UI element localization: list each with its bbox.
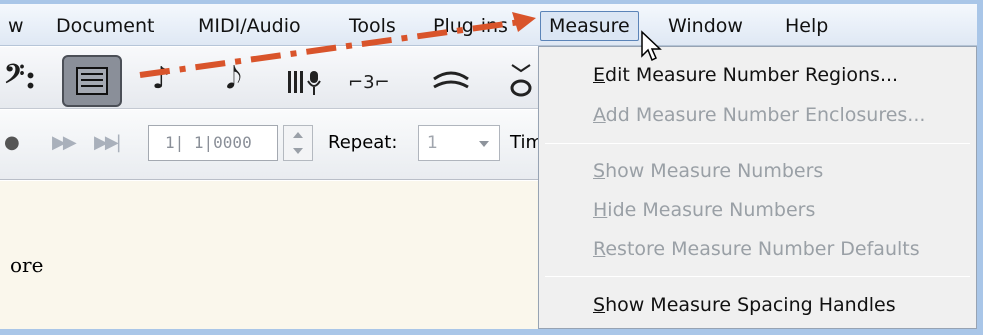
menu-bar: w Document MIDI/Audio Tools Plug-ins Mea… bbox=[0, 4, 977, 46]
repeat-label: Repeat: bbox=[328, 132, 398, 153]
menu-help[interactable]: Help bbox=[785, 14, 828, 38]
menu-separator bbox=[545, 276, 970, 277]
chevron-down-icon bbox=[479, 141, 489, 147]
menu-tools[interactable]: Tools bbox=[349, 14, 396, 38]
menu-item-hide-measure-numbers[interactable]: Hide Measure Numbers bbox=[593, 198, 815, 222]
menu-view[interactable]: w bbox=[8, 14, 24, 38]
bass-clef-icon[interactable]: 𝄢: bbox=[4, 57, 36, 97]
menu-item-edit-measure-number-regions[interactable]: Edit Measure Number Regions... bbox=[593, 63, 898, 87]
menu-item-show-measure-spacing-handles[interactable]: Show Measure Spacing Handles bbox=[593, 293, 896, 317]
menu-midi-audio[interactable]: MIDI/Audio bbox=[198, 14, 301, 38]
measure-counter-field[interactable]: 1| 1|0000 bbox=[148, 125, 278, 161]
staff-mic-icon[interactable] bbox=[286, 69, 330, 97]
menu-separator bbox=[545, 143, 970, 144]
fast-forward-icon[interactable]: ▶▶ bbox=[52, 132, 77, 153]
menu-item-restore-measure-number-defaults[interactable]: Restore Measure Number Defaults bbox=[593, 237, 920, 261]
play-icon[interactable]: ● bbox=[4, 132, 20, 153]
repeat-value: 1 bbox=[427, 133, 438, 153]
repeat-select[interactable]: 1 bbox=[418, 125, 500, 161]
tuplet-icon[interactable]: ⌐3⌐ bbox=[348, 63, 390, 103]
articulation-icon[interactable] bbox=[506, 61, 536, 101]
menu-plug-ins[interactable]: Plug-ins bbox=[433, 14, 508, 38]
stepper-up-icon[interactable] bbox=[293, 132, 303, 138]
menu-document[interactable]: Document bbox=[56, 14, 154, 38]
stepper-down-icon[interactable] bbox=[293, 148, 303, 154]
eighth-note-icon[interactable]: 𝅘𝅥𝅮 bbox=[226, 59, 242, 99]
playback-controls: ● ▶▶ ▶▶| 1| 1|0000 Repeat: 1 Tim bbox=[0, 110, 543, 180]
score-area[interactable]: ore bbox=[0, 181, 540, 329]
counter-stepper[interactable] bbox=[283, 125, 313, 161]
score-text: ore bbox=[10, 253, 44, 277]
skip-end-icon[interactable]: ▶▶| bbox=[94, 132, 122, 153]
measure-tool-icon[interactable] bbox=[62, 55, 122, 107]
menu-item-show-measure-numbers[interactable]: Show Measure Numbers bbox=[593, 159, 823, 183]
measure-menu-dropdown: Edit Measure Number Regions... Add Measu… bbox=[538, 46, 977, 329]
slur-icon[interactable] bbox=[430, 69, 472, 97]
main-toolbar: 𝄢: ♪ 𝅘𝅥𝅮 ⌐3⌐ bbox=[0, 47, 540, 109]
menu-item-add-measure-number-enclosures[interactable]: Add Measure Number Enclosures... bbox=[593, 103, 925, 127]
note-icon[interactable]: ♪ bbox=[152, 59, 171, 99]
menu-measure[interactable]: Measure bbox=[540, 11, 639, 41]
menu-window[interactable]: Window bbox=[668, 14, 743, 38]
